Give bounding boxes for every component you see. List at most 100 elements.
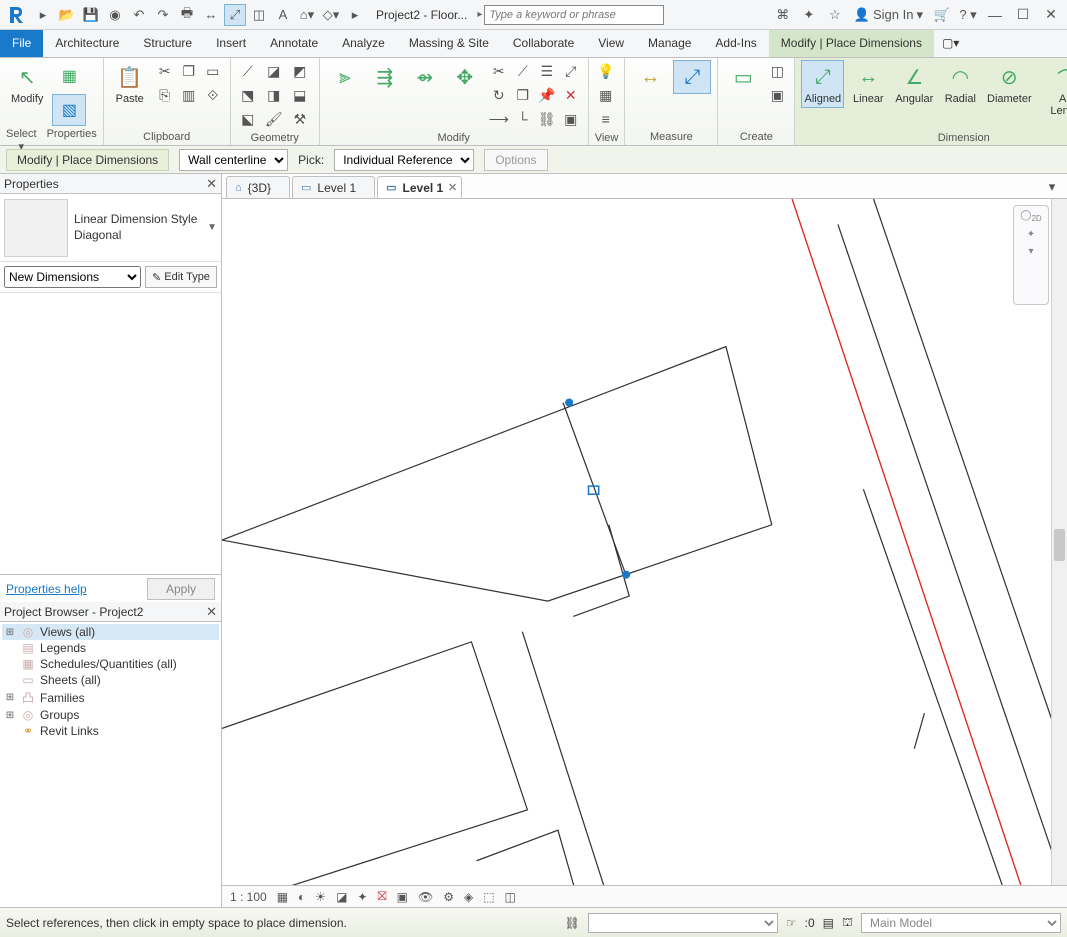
type-dropdown-icon[interactable]: ▼: [207, 222, 217, 233]
tree-item-groups[interactable]: ⊞◎Groups: [2, 707, 219, 723]
tab-massing[interactable]: Massing & Site: [397, 30, 501, 57]
properties-button[interactable]: ▧: [52, 94, 86, 126]
options-button[interactable]: Options: [484, 149, 547, 171]
demolish-icon[interactable]: ⚒: [289, 108, 311, 130]
help-icon[interactable]: ? ▾: [957, 4, 979, 26]
aligned-dimension-button[interactable]: ⤢Aligned: [801, 60, 844, 108]
group-icon[interactable]: ▣: [560, 108, 582, 130]
type-match-icon[interactable]: ⟐: [202, 84, 224, 106]
tree-item-legends[interactable]: ▤Legends: [2, 640, 219, 656]
uncope-icon[interactable]: ⬔: [237, 84, 259, 106]
tree-item-sheets[interactable]: ▭Sheets (all): [2, 672, 219, 688]
community-icon[interactable]: ✦: [798, 4, 820, 26]
canvas-scrollbar-v[interactable]: [1051, 199, 1067, 885]
copy-mod-icon[interactable]: ❐: [512, 84, 534, 106]
detail-level-icon[interactable]: ▦: [275, 890, 290, 904]
properties-panel-header[interactable]: Properties ✕: [0, 174, 221, 194]
viewcube-steering-icon[interactable]: ✦: [1027, 229, 1035, 240]
workset-combo[interactable]: Main Model: [861, 913, 1061, 933]
corner-icon[interactable]: └: [512, 108, 534, 130]
view-tab-3d[interactable]: ⌂{3D}: [226, 176, 290, 198]
dimension-reference-point[interactable]: [622, 571, 630, 579]
qat-redo-icon[interactable]: ↷: [152, 4, 174, 26]
instance-filter-combo[interactable]: New Dimensions: [4, 266, 141, 288]
apps-icon[interactable]: 🛒: [931, 4, 953, 26]
browser-panel-header[interactable]: Project Browser - Project2 ✕: [0, 602, 221, 622]
rendering-icon[interactable]: ✦: [355, 890, 369, 904]
qat-home-icon[interactable]: ⌂▾: [296, 4, 318, 26]
tree-item-schedules[interactable]: ▦Schedules/Quantities (all): [2, 656, 219, 672]
pin-icon[interactable]: 📌: [536, 84, 558, 106]
view-tab-level1-a[interactable]: ▭Level 1: [292, 176, 375, 198]
tab-overflow-icon[interactable]: ▢▾: [934, 30, 967, 57]
qat-save-icon[interactable]: 💾: [80, 4, 102, 26]
favorites-icon[interactable]: ☆: [824, 4, 846, 26]
temporary-hide-icon[interactable]: ⚙: [441, 890, 456, 904]
create-assembly-icon[interactable]: ▣: [766, 84, 788, 106]
view-tabs-overflow-icon[interactable]: ▾: [1041, 176, 1063, 198]
expand-icon[interactable]: ⊞: [4, 627, 16, 638]
expand-icon[interactable]: ⊞: [4, 710, 16, 721]
properties-close-icon[interactable]: ✕: [206, 176, 217, 192]
tab-collaborate[interactable]: Collaborate: [501, 30, 586, 57]
tab-view[interactable]: View: [586, 30, 636, 57]
tree-item-revit-links[interactable]: ⚭Revit Links: [2, 723, 219, 739]
maximize-button[interactable]: ☐: [1011, 4, 1035, 26]
extend-icon[interactable]: ⟶: [488, 108, 510, 130]
pick-combo[interactable]: Individual Reference: [334, 149, 474, 171]
create-group-icon[interactable]: ◫: [766, 60, 788, 82]
edit-type-button[interactable]: ✎Edit Type: [145, 266, 217, 288]
qat-nav-icon[interactable]: ◇▾: [320, 4, 342, 26]
trim-icon[interactable]: ✂: [488, 60, 510, 82]
measure-along-button[interactable]: ⤢: [673, 60, 711, 94]
placement-combo[interactable]: Wall centerline: [179, 149, 288, 171]
linear-dimension-button[interactable]: ↔Linear: [848, 60, 888, 108]
qat-open-file-icon[interactable]: 📂: [56, 4, 78, 26]
drawing-canvas[interactable]: ◯2D ✦ ▾: [222, 198, 1067, 885]
scale-icon[interactable]: ⤢: [560, 60, 582, 82]
align-button[interactable]: ⫸: [326, 60, 364, 94]
viewcube-dropdown-icon[interactable]: ▾: [1028, 246, 1033, 257]
visual-style-icon[interactable]: ◐: [296, 890, 307, 904]
match-icon[interactable]: ▭: [202, 60, 224, 82]
paste-aligned-icon[interactable]: ⎘: [154, 84, 176, 106]
sun-path-icon[interactable]: ☀: [313, 890, 328, 904]
cut-icon[interactable]: ✂: [154, 60, 176, 82]
join-icon[interactable]: ◩: [289, 60, 311, 82]
tab-insert[interactable]: Insert: [204, 30, 258, 57]
type-properties-button[interactable]: ▦: [52, 60, 86, 92]
arc-length-dimension-button[interactable]: ⌒Arc Length: [1038, 60, 1067, 120]
design-options-combo[interactable]: [588, 913, 778, 933]
dimension-reference-point[interactable]: [565, 399, 573, 407]
copy-icon[interactable]: ❐: [178, 60, 200, 82]
qat-dimension-icon[interactable]: ⤢: [224, 4, 246, 26]
close-button[interactable]: ✕: [1039, 4, 1063, 26]
cope-icon[interactable]: ⟋: [237, 60, 259, 82]
hide-isolate-icon[interactable]: 👁: [416, 890, 435, 904]
tab-modify-place-dimensions[interactable]: Modify | Place Dimensions: [769, 30, 934, 57]
browser-close-icon[interactable]: ✕: [206, 604, 217, 620]
qat-open-icon[interactable]: ▸: [32, 4, 54, 26]
worksharing-icon[interactable]: ⬚: [481, 890, 496, 904]
tab-structure[interactable]: Structure: [131, 30, 204, 57]
tab-file[interactable]: File: [0, 30, 43, 57]
qat-text-icon[interactable]: A: [272, 4, 294, 26]
analytical-icon[interactable]: ◫: [503, 890, 518, 904]
override-icon[interactable]: ▦: [595, 84, 617, 106]
tab-architecture[interactable]: Architecture: [43, 30, 131, 57]
keyboard-shortcuts-icon[interactable]: ⌘: [772, 4, 794, 26]
linework-icon[interactable]: ≡: [595, 108, 617, 130]
crop-view-icon[interactable]: ⛝: [375, 889, 388, 904]
split-icon[interactable]: ⟋: [512, 60, 534, 82]
unjoin-icon[interactable]: ⬓: [289, 84, 311, 106]
crop-region-icon[interactable]: ▣: [395, 890, 410, 904]
filter-icon[interactable]: ▤: [823, 916, 834, 930]
reveal-hidden-icon[interactable]: ◈: [462, 890, 475, 904]
unpin-icon[interactable]: ⛓: [536, 108, 558, 130]
paste-button[interactable]: 📋Paste: [110, 60, 150, 108]
angular-dimension-button[interactable]: ∠Angular: [892, 60, 936, 108]
cut-geom-icon[interactable]: ◪: [263, 60, 285, 82]
qat-recent-icon[interactable]: ▸: [344, 4, 366, 26]
mirror-button[interactable]: ⇴: [406, 60, 444, 94]
shadows-icon[interactable]: ◪: [334, 890, 349, 904]
